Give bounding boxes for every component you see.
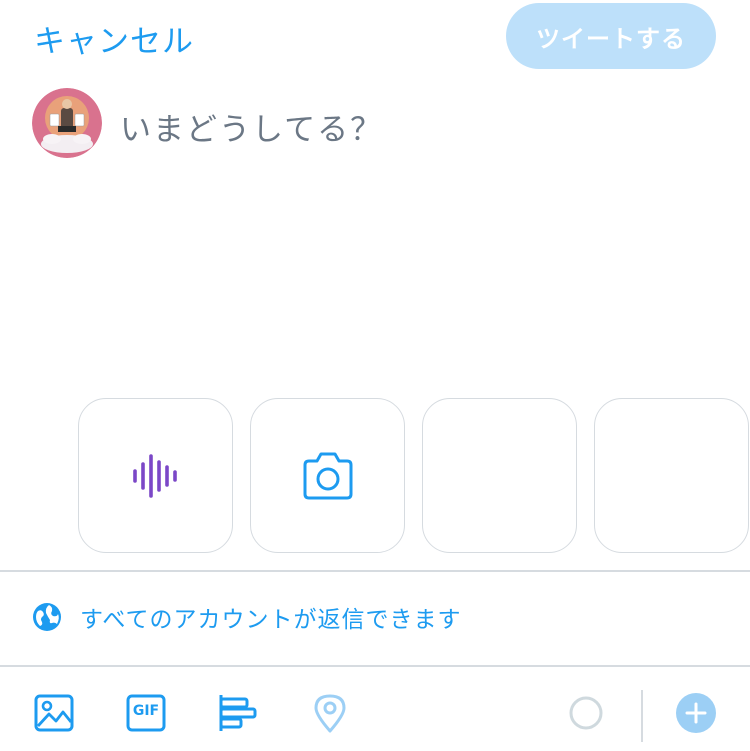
compose-input[interactable]: いまどうしてる？ bbox=[120, 104, 383, 149]
camera-tile[interactable] bbox=[250, 398, 405, 553]
voice-waveform-icon bbox=[132, 453, 177, 498]
gif-label: GIF bbox=[132, 703, 160, 719]
cancel-button[interactable]: キャンセル bbox=[34, 16, 194, 61]
photo-tile[interactable] bbox=[422, 398, 577, 553]
globe-icon bbox=[33, 603, 61, 631]
camera-icon bbox=[303, 452, 352, 499]
reply-setting[interactable]: すべてのアカウントが返信できます bbox=[32, 600, 461, 634]
photo-tile[interactable] bbox=[594, 398, 749, 553]
divider bbox=[0, 665, 750, 667]
tweet-button[interactable]: ツイートする bbox=[506, 3, 716, 69]
avatar[interactable] bbox=[32, 88, 102, 158]
char-count-ring bbox=[569, 696, 603, 730]
voice-tweet-tile[interactable] bbox=[78, 398, 233, 553]
image-icon[interactable] bbox=[34, 693, 74, 733]
toolbar-divider bbox=[641, 690, 643, 742]
add-thread-icon[interactable] bbox=[676, 693, 716, 733]
gif-button[interactable]: GIF bbox=[126, 693, 166, 733]
media-tiles bbox=[78, 398, 749, 553]
reply-setting-label: すべてのアカウントが返信できます bbox=[80, 607, 462, 633]
divider bbox=[0, 570, 750, 572]
location-icon[interactable] bbox=[312, 693, 348, 733]
poll-icon[interactable] bbox=[218, 693, 258, 733]
